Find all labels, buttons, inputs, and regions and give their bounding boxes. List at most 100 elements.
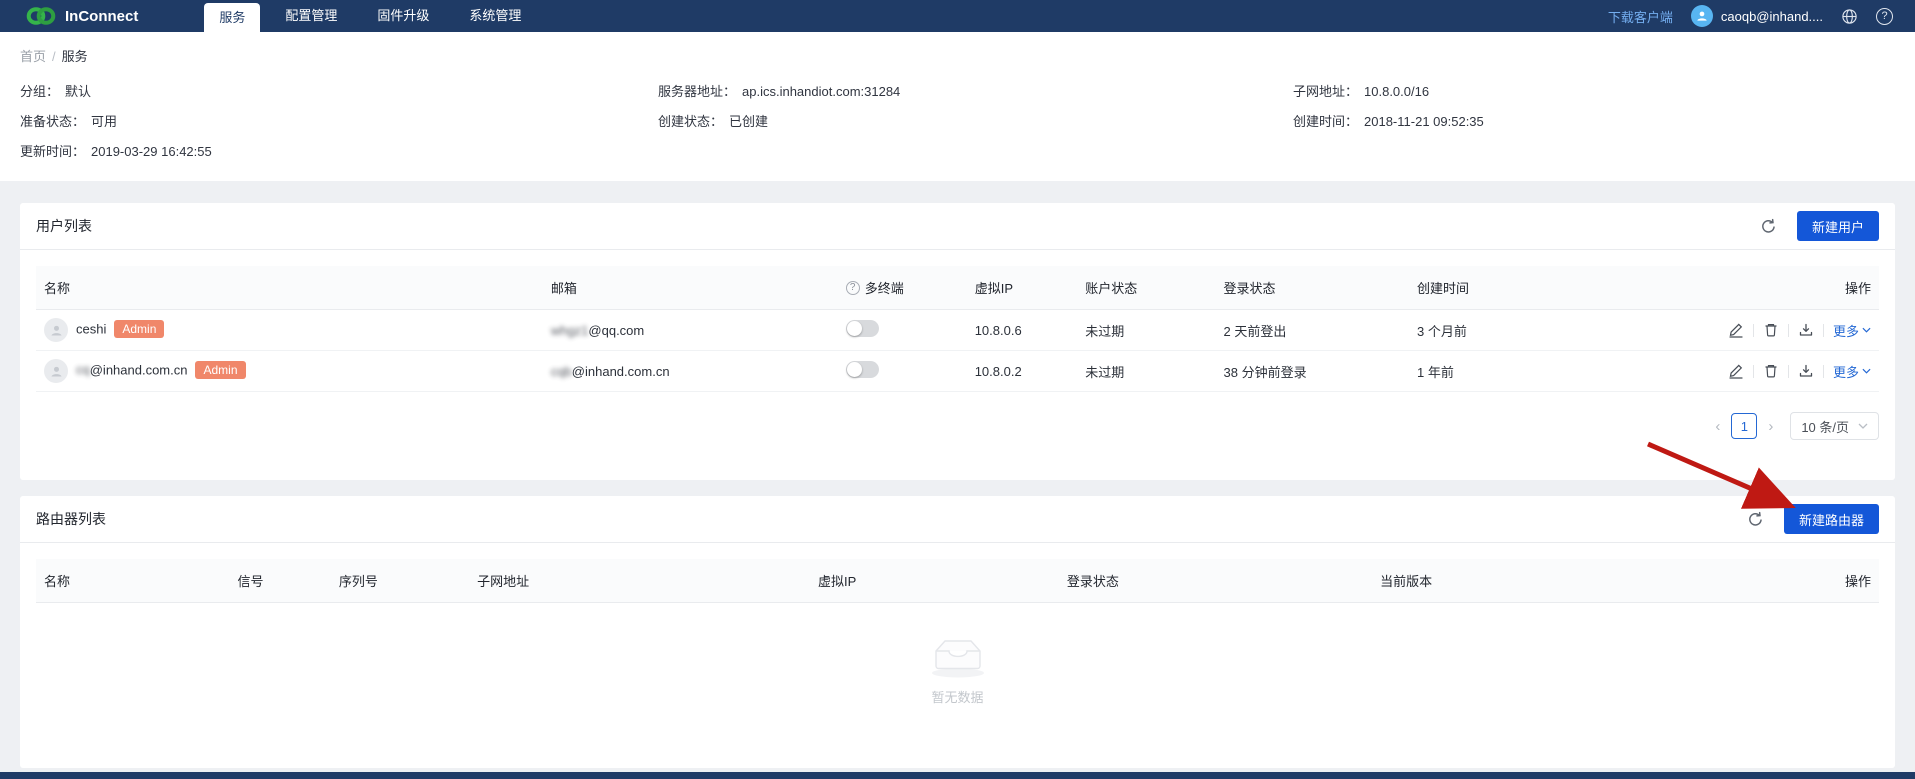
info-col-1: 分组：默认 准备状态：可用 更新时间：2019-03-29 16:42:55 bbox=[20, 77, 658, 167]
breadcrumb: 首页 / 服务 bbox=[20, 46, 1895, 65]
footer-strip bbox=[0, 772, 1915, 779]
info-server-address: 服务器地址：ap.ics.inhandiot.com:31284 bbox=[658, 77, 1293, 107]
empty-state: 暂无数据 bbox=[36, 603, 1879, 768]
info-create-status: 创建状态：已创建 bbox=[658, 107, 1293, 137]
server-info-grid: 分组：默认 准备状态：可用 更新时间：2019-03-29 16:42:55 服… bbox=[20, 77, 1895, 167]
router-list-body: 名称 信号 序列号 子网地址 虚拟IP 登录状态 当前版本 操作 bbox=[20, 543, 1895, 768]
info-col-2: 服务器地址：ap.ics.inhandiot.com:31284 创建状态：已创… bbox=[658, 77, 1293, 167]
page-size-select[interactable]: 10 条/页 bbox=[1790, 412, 1879, 440]
download-client-link[interactable]: 下载客户端 bbox=[1608, 7, 1673, 26]
created-cell: 1 年前 bbox=[1409, 351, 1639, 392]
server-info-section: 首页 / 服务 分组：默认 准备状态：可用 更新时间：2019-03-29 16:4… bbox=[0, 32, 1915, 181]
virtual-ip-cell: 10.8.0.6 bbox=[967, 310, 1078, 351]
tab-services[interactable]: 服务 bbox=[204, 3, 260, 32]
col-serial: 序列号 bbox=[331, 559, 469, 603]
router-list-card: 路由器列表 新建路由器 名称 信号 bbox=[20, 496, 1895, 768]
user-list-body: 名称 邮箱 ?多终端 虚拟IP 账户状态 登录状态 创建时间 操作 bbox=[20, 250, 1895, 480]
refresh-routers-button[interactable] bbox=[1747, 511, 1764, 528]
pagination: ‹ 1 › 10 条/页 bbox=[36, 412, 1879, 440]
info-created-time: 创建时间：2018-11-21 09:52:35 bbox=[1293, 107, 1895, 137]
col-name: 名称 bbox=[36, 559, 230, 603]
col-actions: 操作 bbox=[1695, 559, 1879, 603]
person-icon bbox=[1695, 9, 1709, 23]
chevron-down-icon bbox=[1862, 327, 1871, 333]
account-status-cell: 未过期 bbox=[1077, 310, 1215, 351]
col-multi-terminal: ?多终端 bbox=[838, 266, 967, 310]
router-table: 名称 信号 序列号 子网地址 虚拟IP 登录状态 当前版本 操作 bbox=[36, 559, 1879, 603]
col-current-version: 当前版本 bbox=[1372, 559, 1695, 603]
avatar bbox=[44, 318, 68, 342]
brand[interactable]: InConnect bbox=[26, 0, 138, 32]
main-nav: 服务 配置管理 固件升级 系统管理 bbox=[204, 0, 536, 32]
person-icon bbox=[49, 323, 64, 338]
col-name: 名称 bbox=[36, 266, 543, 310]
refresh-icon bbox=[1760, 218, 1777, 235]
user-list-card: 用户列表 新建用户 名称 邮箱 bbox=[20, 203, 1895, 480]
multi-terminal-toggle[interactable] bbox=[846, 361, 879, 378]
chevron-down-icon bbox=[1858, 423, 1868, 429]
info-subnet-address: 子网地址：10.8.0.0/16 bbox=[1293, 77, 1895, 107]
more-dropdown[interactable]: 更多 bbox=[1833, 362, 1871, 381]
top-navbar: InConnect 服务 配置管理 固件升级 系统管理 下载客户端 caoqb@… bbox=[0, 0, 1915, 32]
download-icon[interactable] bbox=[1798, 363, 1814, 379]
person-icon bbox=[49, 364, 64, 379]
col-subnet: 子网地址 bbox=[469, 559, 810, 603]
new-router-button[interactable]: 新建路由器 bbox=[1784, 504, 1879, 534]
tab-firmware-upgrade[interactable]: 固件升级 bbox=[362, 0, 444, 32]
delete-icon[interactable] bbox=[1763, 363, 1779, 379]
info-ready-status: 准备状态：可用 bbox=[20, 107, 658, 137]
col-account-status: 账户状态 bbox=[1077, 266, 1215, 310]
col-virtual-ip: 虚拟IP bbox=[810, 559, 1059, 603]
col-login-status: 登录状态 bbox=[1059, 559, 1372, 603]
download-icon[interactable] bbox=[1798, 322, 1814, 338]
info-col-3: 子网地址：10.8.0.0/16 创建时间：2018-11-21 09:52:3… bbox=[1293, 77, 1895, 167]
col-signal: 信号 bbox=[230, 559, 331, 603]
prev-page-button[interactable]: ‹ bbox=[1712, 418, 1723, 435]
navbar-right: 下载客户端 caoqb@inhand.... ? bbox=[1608, 0, 1893, 32]
help-icon[interactable]: ? bbox=[1876, 8, 1893, 25]
more-dropdown[interactable]: 更多 bbox=[1833, 321, 1871, 340]
inconnect-logo-icon bbox=[26, 6, 56, 26]
router-table-header-row: 名称 信号 序列号 子网地址 虚拟IP 登录状态 当前版本 操作 bbox=[36, 559, 1879, 603]
admin-badge: Admin bbox=[114, 320, 164, 338]
col-virtual-ip: 虚拟IP bbox=[967, 266, 1078, 310]
brand-name: InConnect bbox=[65, 8, 138, 25]
user-name-cell: cq@inhand.com.cnAdmin bbox=[36, 351, 543, 392]
multi-terminal-toggle[interactable] bbox=[846, 320, 879, 337]
virtual-ip-cell: 10.8.0.2 bbox=[967, 351, 1078, 392]
router-list-title: 路由器列表 bbox=[36, 509, 106, 529]
avatar bbox=[44, 359, 68, 383]
empty-box-icon bbox=[922, 633, 994, 679]
breadcrumb-current: 服务 bbox=[62, 49, 88, 64]
delete-icon[interactable] bbox=[1763, 322, 1779, 338]
user-table-header-row: 名称 邮箱 ?多终端 虚拟IP 账户状态 登录状态 创建时间 操作 bbox=[36, 266, 1879, 310]
help-glyph: ? bbox=[1881, 10, 1887, 22]
breadcrumb-separator: / bbox=[52, 49, 56, 64]
user-menu[interactable]: caoqb@inhand.... bbox=[1691, 5, 1823, 27]
refresh-icon bbox=[1747, 511, 1764, 528]
user-list-title: 用户列表 bbox=[36, 216, 92, 236]
user-name-cell: ceshiAdmin bbox=[36, 310, 543, 351]
col-created: 创建时间 bbox=[1409, 266, 1639, 310]
admin-badge: Admin bbox=[195, 361, 245, 379]
col-actions: 操作 bbox=[1639, 266, 1879, 310]
breadcrumb-home[interactable]: 首页 bbox=[20, 49, 46, 64]
tab-system-management[interactable]: 系统管理 bbox=[454, 0, 536, 32]
refresh-users-button[interactable] bbox=[1760, 218, 1777, 235]
info-group: 分组：默认 bbox=[20, 77, 658, 107]
edit-icon[interactable] bbox=[1728, 363, 1744, 379]
edit-icon[interactable] bbox=[1728, 322, 1744, 338]
user-avatar bbox=[1691, 5, 1713, 27]
language-globe-icon[interactable] bbox=[1841, 8, 1858, 25]
new-user-button[interactable]: 新建用户 bbox=[1797, 211, 1879, 241]
login-status-cell: 2 天前登出 bbox=[1216, 310, 1410, 351]
user-table: 名称 邮箱 ?多终端 虚拟IP 账户状态 登录状态 创建时间 操作 bbox=[36, 266, 1879, 392]
page-number[interactable]: 1 bbox=[1731, 413, 1757, 439]
username-label: caoqb@inhand.... bbox=[1721, 9, 1823, 24]
tab-config-management[interactable]: 配置管理 bbox=[270, 0, 352, 32]
info-updated-time: 更新时间：2019-03-29 16:42:55 bbox=[20, 137, 658, 167]
actions-cell: 更多 bbox=[1639, 351, 1879, 392]
actions-cell: 更多 bbox=[1639, 310, 1879, 351]
main-content: 用户列表 新建用户 名称 邮箱 bbox=[0, 181, 1915, 768]
next-page-button[interactable]: › bbox=[1765, 418, 1776, 435]
